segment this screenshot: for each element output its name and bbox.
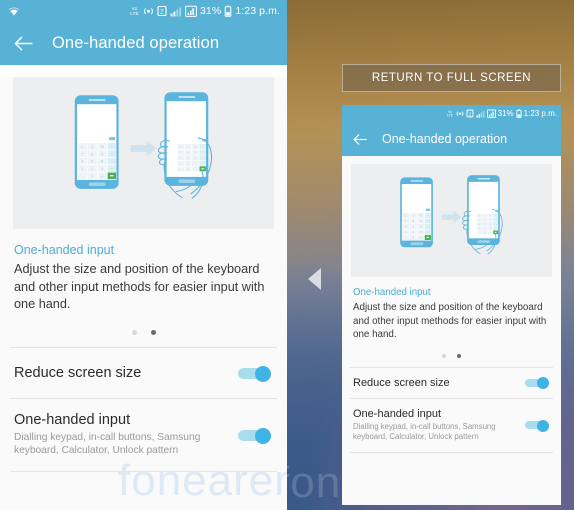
toggle-reduce-screen-size[interactable] [238,365,271,382]
signal-bars-icon [476,105,485,123]
svg-text:%: % [100,144,104,149]
svg-text:×: × [427,219,429,223]
page-title: One-handed operation [52,34,220,52]
pager-dot-2[interactable] [150,329,156,335]
phone-full-keypad-icon: C(% ÷ 7 8 9 × 4 5 6− 1 2 3 + . 0 +/- [74,95,119,189]
row-texts: One-handed input Dialling keypad, in-cal… [14,412,238,458]
svg-text:2: 2 [468,111,471,117]
row-title: One-handed input [14,411,131,428]
svg-text:+/-: +/- [100,173,105,178]
right-arrow-icon [441,211,462,224]
signal-bars-boxed-icon [486,105,496,123]
row-texts: Reduce screen size [353,377,525,389]
one-handed-mode-panel: fonearena RETURN TO FULL SCREEN Vo LTE [287,0,574,510]
signal-bars-boxed-icon [185,5,197,17]
toggle-reduce-screen-size[interactable] [525,377,549,389]
svg-text:2: 2 [91,166,93,171]
full-screen-settings-panel: Vo LTE 2 31% 1:23 p.m. One-handed operat… [0,0,287,510]
description-title: One-handed input [353,287,431,298]
description-body: Adjust the size and position of the keyb… [14,262,265,311]
pager-dot-1[interactable] [131,329,137,335]
svg-text:LTE: LTE [447,113,454,117]
svg-text:%: % [419,214,422,218]
volte-icon: Vo LTE [129,5,140,17]
sim-2-icon: 2 [157,5,167,17]
one-handed-input-illustration: C(% ÷ 7 8 9 × 4 5 6− 1 2 3 + . 0 +/- C (… [351,164,552,277]
status-bar: Vo LTE 2 31% 1:23 p.m. [342,105,561,122]
phone-one-handed-keypad-in-hand-icon: C(% 789 456 123 0 [157,92,213,199]
svg-text:7: 7 [81,151,83,156]
wifi-icon [8,6,20,17]
svg-text:+/-: +/- [419,236,423,240]
svg-text:+: + [427,230,429,234]
toggle-thumb [255,365,271,382]
row-texts: Reduce screen size [14,365,238,381]
divider [10,470,277,472]
pager-dots[interactable] [0,329,287,335]
svg-text:%: % [489,216,491,218]
toggle-one-handed-input[interactable] [525,419,549,432]
page-title: One-handed operation [382,132,508,146]
app-bar: One-handed operation [0,22,287,65]
phone-one-handed-keypad-in-hand-icon: C(% 789 456 123 0 [462,175,503,255]
signal-bars-icon [170,5,182,17]
row-one-handed-input[interactable]: One-handed input Dialling keypad, in-cal… [0,399,287,471]
one-handed-input-illustration: C(% ÷ 7 8 9 × 4 5 6− 1 2 3 + . 0 +/- C (… [13,77,274,229]
svg-text:LTE: LTE [130,11,138,16]
right-arrow-icon [130,140,157,157]
toggle-thumb [255,427,271,444]
pager-dots[interactable] [342,353,561,358]
svg-text:C: C [81,144,84,149]
status-bar-right: Vo LTE 2 31% 1:23 p.m. [129,5,280,17]
back-arrow-icon[interactable] [353,133,368,146]
back-arrow-icon[interactable] [14,35,34,52]
row-title: Reduce screen size [14,364,142,381]
svg-text:−: − [427,225,429,229]
hotspot-icon [143,5,154,17]
row-subtitle: Dialling keypad, in-call buttons, Samsun… [14,431,201,457]
row-one-handed-input[interactable]: One-handed input Dialling keypad, in-cal… [342,399,561,452]
svg-text:%: % [194,145,197,149]
status-bar-right: Vo LTE 2 31% 1:23 p.m. [446,105,557,123]
status-bar-left [8,6,20,17]
sim-2-icon: 2 [466,105,474,123]
screenshot-root: Vo LTE 2 31% 1:23 p.m. One-handed operat… [0,0,574,510]
svg-text:(: ( [188,145,189,149]
row-title: One-handed input [353,407,442,420]
pager-dot-2[interactable] [457,353,461,358]
battery-icon [224,5,232,17]
hotspot-icon [456,105,464,123]
volte-icon: Vo LTE [446,105,454,123]
toggle-thumb [537,419,549,432]
row-texts: One-handed input Dialling keypad, in-cal… [353,408,525,443]
status-bar: Vo LTE 2 31% 1:23 p.m. [0,0,287,22]
app-bar: One-handed operation [342,122,561,156]
divider [350,451,553,453]
row-reduce-screen-size[interactable]: Reduce screen size [0,348,287,398]
row-subtitle: Dialling keypad, in-call buttons, Samsun… [353,421,496,442]
row-reduce-screen-size[interactable]: Reduce screen size [342,368,561,398]
reduced-screen-window: Vo LTE 2 31% 1:23 p.m. One-handed operat… [342,105,561,505]
description-title: One-handed input [14,243,115,257]
phone-full-keypad-icon: C(% ÷ 7 8 9 × 4 5 6− 1 2 3 + . 0 +/- [400,177,433,248]
return-to-full-screen-button[interactable]: RETURN TO FULL SCREEN [342,64,561,92]
svg-text:2: 2 [160,9,164,16]
battery-percent: 31% [199,5,222,17]
row-title: Reduce screen size [353,376,450,389]
clock: 1:23 p.m. [235,5,280,17]
expand-left-triangle-icon[interactable] [308,268,321,290]
settings-content: C(% ÷ 7 8 9 × 4 5 6− 1 2 3 + . 0 +/- C (… [0,77,287,510]
description-block: One-handed input Adjust the size and pos… [342,277,561,342]
pager-dot-1[interactable] [442,353,446,358]
battery-percent: 31% [497,109,514,118]
toggle-thumb [537,377,549,389]
toggle-one-handed-input[interactable] [238,427,271,444]
clock: 1:23 p.m. [523,109,557,118]
battery-icon [516,105,522,123]
svg-text:.: . [82,173,83,178]
svg-text:(: ( [413,214,414,218]
description-body: Adjust the size and position of the keyb… [353,302,547,340]
description-block: One-handed input Adjust the size and pos… [0,229,287,314]
